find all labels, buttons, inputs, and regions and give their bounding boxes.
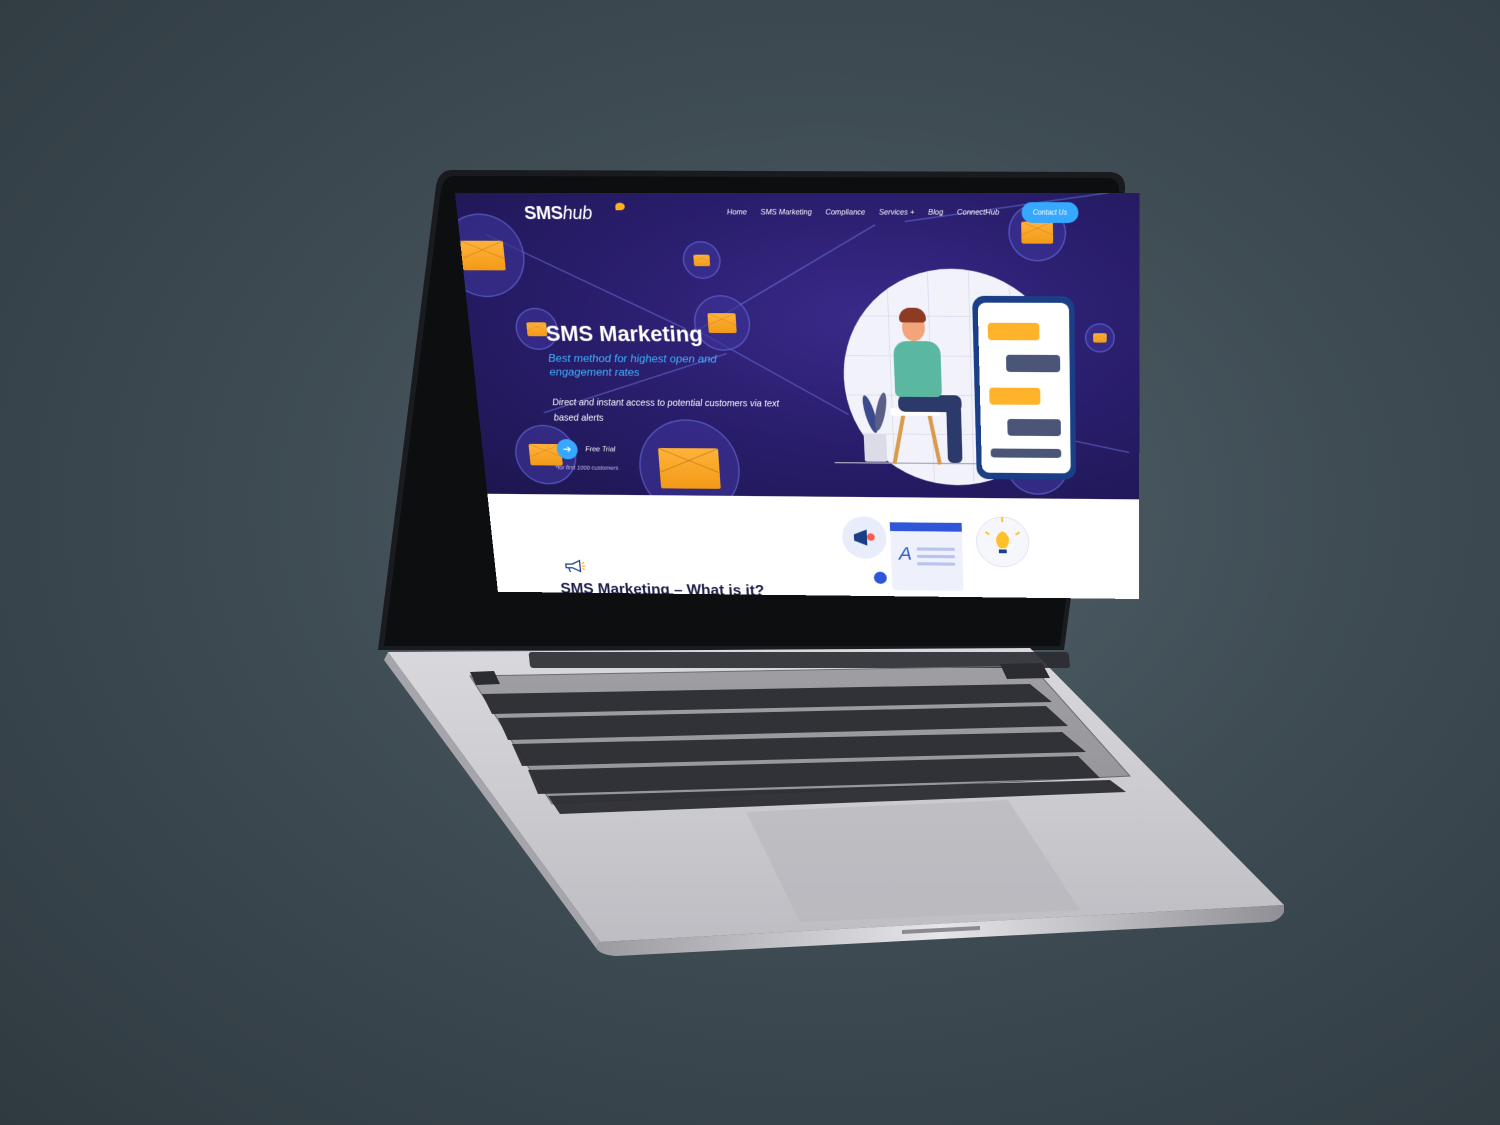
megaphone-icon — [563, 559, 586, 573]
browser-screen: SMShub Home SMS Marketing Compliance Ser… — [455, 193, 1140, 600]
chat-bubble — [1005, 354, 1061, 373]
hero-subtitle: Best method for highest open and engagem… — [547, 351, 718, 379]
envelope-icon — [460, 240, 506, 271]
envelope-icon — [1093, 333, 1107, 343]
envelope-icon — [693, 254, 711, 266]
nav-compliance[interactable]: Compliance — [825, 208, 865, 216]
free-trial-label[interactable]: Free Trial — [585, 446, 616, 454]
nav-sms-marketing[interactable]: SMS Marketing — [760, 208, 812, 216]
keyboard-keys — [470, 663, 1126, 814]
laptop-mockup: SMShub Home SMS Marketing Compliance Ser… — [0, 0, 1500, 1125]
envelope-icon — [707, 313, 737, 334]
envelope-bubble — [1084, 323, 1115, 353]
envelope-bubble — [681, 241, 722, 280]
logo-chat-icon — [615, 202, 626, 211]
envelope-icon — [657, 447, 721, 489]
hero-section: SMShub Home SMS Marketing Compliance Ser… — [455, 193, 1140, 500]
person-body — [893, 341, 942, 398]
hero-title: SMS Marketing — [544, 321, 704, 347]
nav-connecthub[interactable]: ConnectHub — [957, 208, 999, 216]
top-nav: SMShub Home SMS Marketing Compliance Ser… — [455, 193, 1140, 232]
logo-hub: hub — [561, 202, 593, 224]
nav-blog[interactable]: Blog — [928, 208, 943, 216]
chat-bubble — [987, 322, 1040, 341]
marketing-illustration: A — [841, 509, 1074, 591]
chat-bubble — [989, 387, 1041, 405]
lower-heading: SMS Marketing – What is it? — [559, 580, 765, 600]
svg-text:A: A — [897, 543, 913, 564]
nav-links: Home SMS Marketing Compliance Services +… — [727, 208, 1000, 216]
person-hair — [898, 307, 927, 323]
hero-description: Direct and instant access to potential c… — [551, 396, 780, 423]
chat-bubble — [1007, 418, 1061, 437]
person-shin — [946, 404, 963, 463]
arrow-right-icon[interactable]: ➔ — [555, 438, 579, 460]
nav-home[interactable]: Home — [727, 208, 747, 216]
envelope-bubble — [635, 419, 743, 500]
free-trial-note: *for first 1000 customers — [555, 464, 619, 472]
contact-us-button[interactable]: Contact Us — [1021, 202, 1079, 224]
plant-pot — [863, 433, 888, 462]
logo-sms: SMS — [523, 202, 564, 224]
nav-services[interactable]: Services + — [879, 208, 915, 216]
phone-illustration — [972, 295, 1077, 480]
chat-input-bar — [990, 448, 1062, 458]
phone-screen — [977, 302, 1071, 474]
free-trial-cta[interactable]: ➔ Free Trial — [555, 438, 616, 460]
site-logo[interactable]: SMShub — [523, 203, 593, 224]
